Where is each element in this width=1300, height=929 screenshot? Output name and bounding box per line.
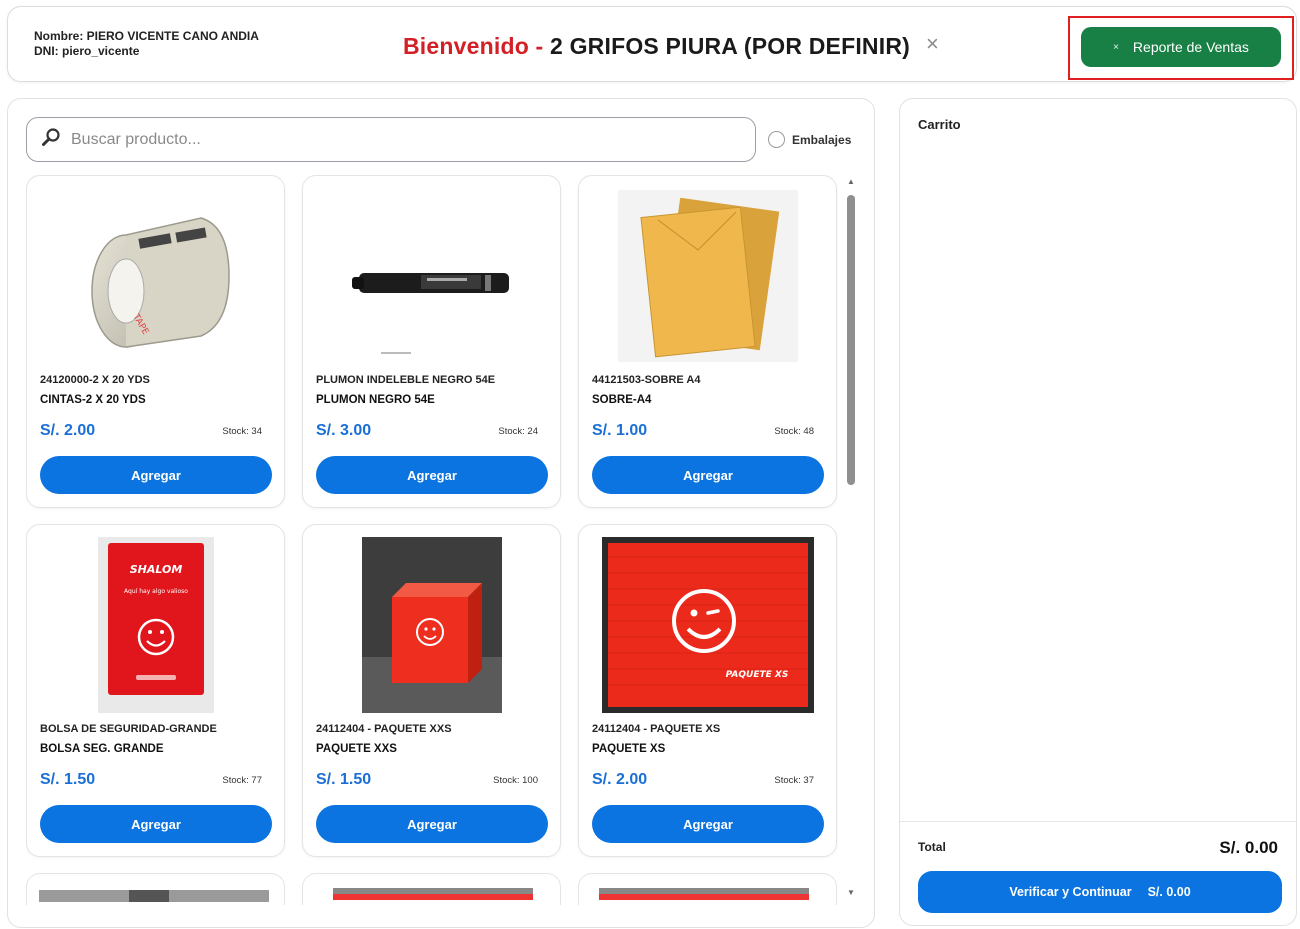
- cart-title: Carrito: [918, 117, 961, 132]
- product-name: BOLSA SEG. GRANDE: [40, 743, 164, 755]
- product-stock: Stock: 100: [493, 775, 538, 786]
- product-card-partial: [26, 873, 285, 905]
- verify-continue-button[interactable]: Verificar y Continuar S/. 0.00: [918, 871, 1282, 913]
- product-stock: Stock: 77: [222, 775, 262, 786]
- marker-icon: [303, 186, 560, 366]
- cart-panel: Carrito Total S/. 0.00 Verificar y Conti…: [899, 98, 1297, 926]
- product-code: BOLSA DE SEGURIDAD-GRANDE: [40, 723, 217, 735]
- product-card: SHALOM Aquí hay algo valioso BOLSA DE SE…: [26, 524, 285, 857]
- add-button[interactable]: Agregar: [316, 456, 548, 494]
- scroll-down-icon[interactable]: ▼: [847, 888, 855, 897]
- bag-brand: SHALOM: [129, 563, 182, 576]
- product-code: 24112404 - PAQUETE XXS: [316, 723, 452, 735]
- product-code: 24112404 - PAQUETE XS: [592, 723, 721, 735]
- scrollbar-thumb[interactable]: [847, 195, 855, 485]
- product-stock: Stock: 37: [774, 775, 814, 786]
- user-info: Nombre: PIERO VICENTE CANO ANDIA DNI: pi…: [34, 29, 259, 59]
- product-name: PAQUETE XS: [592, 743, 666, 755]
- user-dni: DNI: piero_vicente: [34, 44, 140, 58]
- add-button[interactable]: Agregar: [40, 456, 272, 494]
- box-xs-icon: PAQUETE XS: [579, 535, 836, 715]
- report-highlight-box: × Reporte de Ventas: [1068, 16, 1294, 80]
- product-card: PAQUETE XS 24112404 - PAQUETE XS PAQUETE…: [578, 524, 837, 857]
- box-xxs-icon: [303, 535, 560, 715]
- products-panel: Embalajes TAPE 2: [7, 98, 875, 928]
- product-name: SOBRE-A4: [592, 394, 652, 406]
- welcome-prefix: Bienvenido -: [403, 33, 544, 59]
- product-image-partial: [599, 888, 809, 900]
- add-button[interactable]: Agregar: [592, 456, 824, 494]
- top-header: Nombre: PIERO VICENTE CANO ANDIA DNI: pi…: [7, 6, 1297, 82]
- product-price: S/. 2.00: [40, 422, 96, 439]
- product-image-partial: [333, 888, 533, 900]
- sales-report-label: Reporte de Ventas: [1132, 39, 1249, 55]
- add-button[interactable]: Agregar: [316, 805, 548, 843]
- page-title: Bienvenido - 2 GRIFOS PIURA (POR DEFINIR…: [403, 33, 910, 60]
- add-button[interactable]: Agregar: [40, 805, 272, 843]
- box-xs-label: PAQUETE XS: [725, 670, 788, 680]
- close-icon[interactable]: ×: [926, 33, 939, 55]
- user-name: Nombre: PIERO VICENTE CANO ANDIA: [34, 29, 259, 43]
- product-name: PAQUETE XXS: [316, 743, 397, 755]
- product-name: CINTAS-2 X 20 YDS: [40, 394, 146, 406]
- bag-text: Aquí hay algo valioso: [124, 588, 188, 595]
- total-label: Total: [918, 840, 946, 854]
- product-code: PLUMON INDELEBLE NEGRO 54E: [316, 374, 496, 386]
- product-card: 44121503-SOBRE A4 SOBRE-A4 S/. 1.00 Stoc…: [578, 175, 837, 508]
- verify-label: Verificar y Continuar: [1009, 885, 1132, 899]
- add-button[interactable]: Agregar: [592, 805, 824, 843]
- product-card-partial: [302, 873, 561, 905]
- divider: [900, 821, 1296, 822]
- search-input[interactable]: [71, 130, 711, 149]
- product-price: S/. 1.50: [316, 771, 372, 788]
- search-box[interactable]: [26, 117, 756, 162]
- product-card: TAPE 24120000-2 X 20 YDS CINTAS-2 X 20 Y…: [26, 175, 285, 508]
- product-price: S/. 1.00: [592, 422, 648, 439]
- product-price: S/. 3.00: [316, 422, 372, 439]
- tape-icon: TAPE: [27, 186, 284, 366]
- product-scrollbar[interactable]: ▲ ▼: [844, 177, 858, 897]
- product-card: PLUMON INDELEBLE NEGRO 54E PLUMON NEGRO …: [302, 175, 561, 508]
- search-icon: [41, 127, 61, 152]
- product-grid: TAPE 24120000-2 X 20 YDS CINTAS-2 X 20 Y…: [26, 175, 838, 905]
- product-price: S/. 1.50: [40, 771, 96, 788]
- product-stock: Stock: 48: [774, 426, 814, 437]
- product-card: 24112404 - PAQUETE XXS PAQUETE XXS S/. 1…: [302, 524, 561, 857]
- scroll-up-icon[interactable]: ▲: [847, 177, 855, 186]
- product-name: PLUMON NEGRO 54E: [316, 394, 435, 406]
- product-image-partial: [39, 890, 269, 902]
- embalajes-radio[interactable]: [768, 131, 785, 148]
- embalajes-filter[interactable]: Embalajes: [768, 131, 851, 148]
- sales-report-button[interactable]: × Reporte de Ventas: [1081, 27, 1281, 67]
- product-code: 44121503-SOBRE A4: [592, 374, 701, 386]
- product-card-partial: [578, 873, 837, 905]
- product-code: 24120000-2 X 20 YDS: [40, 374, 150, 386]
- verify-amount: S/. 0.00: [1147, 885, 1191, 899]
- product-stock: Stock: 34: [222, 426, 262, 437]
- product-price: S/. 2.00: [592, 771, 648, 788]
- embalajes-label: Embalajes: [792, 132, 852, 147]
- total-value: S/. 0.00: [1219, 838, 1278, 857]
- excel-icon: ×: [1113, 41, 1119, 53]
- store-name: 2 GRIFOS PIURA (POR DEFINIR): [550, 33, 911, 59]
- product-stock: Stock: 24: [498, 426, 538, 437]
- envelope-icon: [579, 186, 836, 366]
- security-bag-icon: SHALOM Aquí hay algo valioso: [27, 535, 284, 715]
